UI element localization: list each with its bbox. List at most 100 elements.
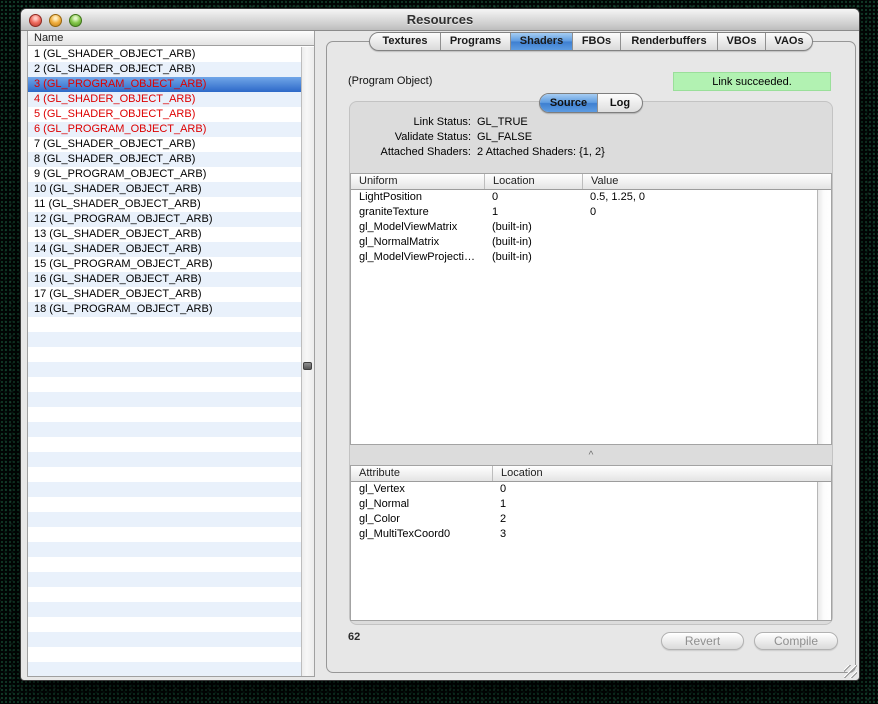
info-row: Link Status: GL_TRUE [361,115,605,130]
list-item-label: 13 (GL_SHADER_OBJECT_ARB) [34,228,202,240]
title-bar[interactable]: Resources [21,9,859,31]
list-item[interactable]: 10 (GL_SHADER_OBJECT_ARB) [28,182,314,197]
list-item[interactable]: 3 (GL_PROGRAM_OBJECT_ARB) [28,77,314,92]
table-row[interactable]: gl_Color 2 [351,512,817,527]
attribute-table-scrollbar[interactable] [817,482,831,620]
list-item[interactable]: 12 (GL_PROGRAM_OBJECT_ARB) [28,212,314,227]
list-item[interactable]: 1 (GL_SHADER_OBJECT_ARB) [28,47,314,62]
minimize-button[interactable] [49,14,62,27]
value-col-header[interactable]: Value [582,174,831,189]
uniform-table-scrollbar[interactable] [817,190,831,444]
list-scrollbar[interactable] [301,47,314,676]
list-item[interactable]: 18 (GL_PROGRAM_OBJECT_ARB) [28,302,314,317]
location-cell: (built-in) [484,235,582,250]
list-item-label: 18 (GL_PROGRAM_OBJECT_ARB) [34,303,213,315]
uniform-name-cell: gl_ModelViewMatrix [351,220,484,235]
location-cell: 0 [484,190,582,205]
subtab-segment[interactable]: Source [540,94,597,112]
table-row[interactable]: gl_ModelViewMatrix (built-in) [351,220,817,235]
info-row: Attached Shaders: 2 Attached Shaders: {1… [361,145,605,160]
list-item[interactable]: 4 (GL_SHADER_OBJECT_ARB) [28,92,314,107]
location-col-header[interactable]: Location [484,174,582,189]
location-cell: (built-in) [484,250,582,265]
list-item[interactable]: 8 (GL_SHADER_OBJECT_ARB) [28,152,314,167]
source-log-segmented-control: Source Log [539,93,643,113]
value-cell [582,235,817,250]
list-item-label: 17 (GL_SHADER_OBJECT_ARB) [34,288,202,300]
table-row[interactable]: gl_Normal 1 [351,497,817,512]
resource-tab[interactable]: Textures [370,33,440,50]
value-cell: 0.5, 1.25, 0 [582,190,817,205]
revert-button[interactable]: Revert [661,632,744,650]
compile-button[interactable]: Compile [754,632,838,650]
list-item-label: 16 (GL_SHADER_OBJECT_ARB) [34,273,202,285]
list-item-label: 5 (GL_SHADER_OBJECT_ARB) [34,108,195,120]
list-item-label: 14 (GL_SHADER_OBJECT_ARB) [34,243,202,255]
location-cell: (built-in) [484,220,582,235]
resources-window: Resources Name 1 (GL_SHADER_OBJECT_ARB) … [20,8,860,681]
info-label: Attached Shaders: [361,145,471,160]
resource-list-rows: 1 (GL_SHADER_OBJECT_ARB) 2 (GL_SHADER_OB… [28,47,314,676]
list-item-label: 6 (GL_PROGRAM_OBJECT_ARB) [34,123,206,135]
info-label: Link Status: [361,115,471,130]
attribute-table-body: gl_Vertex 0 gl_Normal 1 gl_Color 2 gl_Mu… [351,482,817,620]
list-column-header-name[interactable]: Name [28,31,314,46]
list-item[interactable]: 11 (GL_SHADER_OBJECT_ARB) [28,197,314,212]
list-item[interactable]: 2 (GL_SHADER_OBJECT_ARB) [28,62,314,77]
list-item-label: 10 (GL_SHADER_OBJECT_ARB) [34,183,202,195]
list-item-label: 7 (GL_SHADER_OBJECT_ARB) [34,138,195,150]
resource-tab[interactable]: FBOs [572,33,620,50]
info-label: Validate Status: [361,130,471,145]
attribute-col-header[interactable]: Attribute [351,466,492,481]
list-item-label: 15 (GL_PROGRAM_OBJECT_ARB) [34,258,213,270]
resource-tab[interactable]: Renderbuffers [620,33,717,50]
list-item-label: 1 (GL_SHADER_OBJECT_ARB) [34,48,195,60]
splitter-handle[interactable]: ^ [581,450,601,462]
list-item[interactable]: 5 (GL_SHADER_OBJECT_ARB) [28,107,314,122]
uniform-col-header[interactable]: Uniform [351,174,484,189]
list-item[interactable]: 9 (GL_PROGRAM_OBJECT_ARB) [28,167,314,182]
list-item[interactable]: 17 (GL_SHADER_OBJECT_ARB) [28,287,314,302]
resize-grip-icon[interactable] [844,665,857,678]
program-info: Link Status: GL_TRUE Validate Status: GL… [361,115,605,160]
attribute-name-cell: gl_Color [351,512,492,527]
table-row[interactable]: gl_ModelViewProjecti… (built-in) [351,250,817,265]
window-title: Resources [407,12,473,27]
list-item[interactable]: 14 (GL_SHADER_OBJECT_ARB) [28,242,314,257]
resource-tab[interactable]: VBOs [717,33,765,50]
list-item-label: 2 (GL_SHADER_OBJECT_ARB) [34,63,195,75]
list-item[interactable]: 6 (GL_PROGRAM_OBJECT_ARB) [28,122,314,137]
attribute-name-cell: gl_Vertex [351,482,492,497]
table-row[interactable]: graniteTexture 1 0 [351,205,817,220]
list-item-label: 9 (GL_PROGRAM_OBJECT_ARB) [34,168,206,180]
uniform-name-cell: gl_ModelViewProjecti… [351,250,484,265]
list-item[interactable]: 13 (GL_SHADER_OBJECT_ARB) [28,227,314,242]
resource-tab[interactable]: VAOs [765,33,812,50]
uniform-table: Uniform Location Value LightPosition 0 0… [350,173,832,445]
list-item[interactable]: 7 (GL_SHADER_OBJECT_ARB) [28,137,314,152]
list-item-label: 3 (GL_PROGRAM_OBJECT_ARB) [34,78,206,90]
table-row[interactable]: gl_NormalMatrix (built-in) [351,235,817,250]
resource-type-tabs: Textures Programs Shaders FBOs Renderbuf… [369,32,813,51]
list-scrollbar-knob[interactable] [303,362,312,370]
table-row[interactable]: gl_Vertex 0 [351,482,817,497]
close-button[interactable] [29,14,42,27]
list-item-label: 4 (GL_SHADER_OBJECT_ARB) [34,93,195,105]
list-item[interactable]: 15 (GL_PROGRAM_OBJECT_ARB) [28,257,314,272]
list-item-label: 8 (GL_SHADER_OBJECT_ARB) [34,153,195,165]
resource-tab[interactable]: Programs [440,33,510,50]
uniform-name-cell: gl_NormalMatrix [351,235,484,250]
table-row[interactable]: gl_MultiTexCoord0 3 [351,527,817,542]
link-status-badge: Link succeeded. [673,72,831,91]
location-col-header[interactable]: Location [492,466,831,481]
value-cell [582,220,817,235]
table-row[interactable]: LightPosition 0 0.5, 1.25, 0 [351,190,817,205]
resource-tab[interactable]: Shaders [510,33,572,50]
uniform-table-header: Uniform Location Value [351,174,831,190]
attribute-table-header: Attribute Location [351,466,831,482]
location-cell: 1 [492,497,817,512]
list-item[interactable]: 16 (GL_SHADER_OBJECT_ARB) [28,272,314,287]
subtab-segment[interactable]: Log [597,94,642,112]
zoom-button[interactable] [69,14,82,27]
attribute-name-cell: gl_MultiTexCoord0 [351,527,492,542]
